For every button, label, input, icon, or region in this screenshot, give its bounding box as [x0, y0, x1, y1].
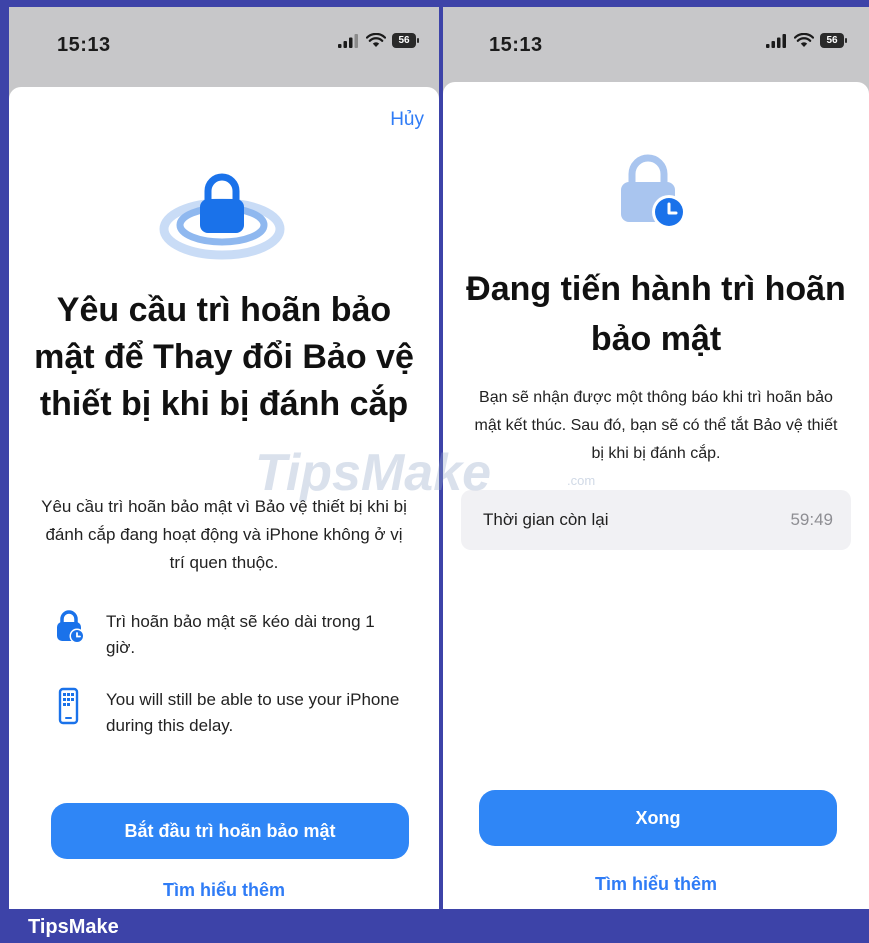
time-remaining-value: 59:49	[790, 510, 833, 529]
lock-clock-icon	[54, 609, 86, 661]
right-phone-screen: 15:13 56 Đang tiến hành trì hoãn bảo mật…	[443, 7, 869, 909]
signal-icon	[338, 33, 358, 48]
battery-level: 56	[392, 33, 416, 48]
battery-icon: 56	[392, 33, 419, 48]
security-delay-sheet: Hủy Yêu cầu trì hoãn bảo mật để Thay đổi…	[9, 87, 439, 909]
status-time: 15:13	[57, 34, 111, 56]
wifi-icon	[794, 33, 814, 47]
iphone-icon	[54, 687, 86, 739]
learn-more-link[interactable]: Tìm hiểu thêm	[9, 880, 439, 901]
feature-text: You will still be able to use your iPhon…	[106, 690, 400, 735]
feature-item-duration: Trì hoãn bảo mật sẽ kéo dài trong 1 giờ.	[54, 609, 404, 661]
brand-label: TipsMake	[28, 916, 119, 938]
status-icons: 56	[338, 33, 419, 48]
page-title: Yêu cầu trì hoãn bảo mật để Thay đổi Bảo…	[34, 291, 414, 423]
page-subtitle: Yêu cầu trì hoãn bảo mật vì Bảo vệ thiết…	[41, 497, 407, 572]
battery-icon: 56	[820, 33, 847, 48]
security-delay-in-progress-sheet: Đang tiến hành trì hoãn bảo mật Bạn sẽ n…	[443, 82, 869, 909]
signal-icon	[766, 33, 786, 48]
time-remaining-row: Thời gian còn lại 59:49	[461, 490, 851, 550]
status-time: 15:13	[489, 34, 543, 56]
status-bar: 15:13 56	[443, 7, 869, 87]
start-security-delay-button[interactable]: Bắt đầu trì hoãn bảo mật	[51, 803, 409, 859]
feature-item-usage: You will still be able to use your iPhon…	[54, 687, 404, 739]
lock-rings-icon	[159, 173, 285, 260]
left-phone-screen: 15:13 56 Hủy Yêu cầu trì hoãn bảo mật để…	[9, 7, 439, 909]
time-remaining-label: Thời gian còn lại	[483, 510, 609, 529]
lock-clock-icon	[621, 154, 686, 229]
learn-more-link[interactable]: Tìm hiểu thêm	[443, 874, 869, 895]
wifi-icon	[366, 33, 386, 47]
battery-level: 56	[820, 33, 844, 48]
cancel-button[interactable]: Hủy	[390, 109, 424, 131]
done-button[interactable]: Xong	[479, 790, 837, 846]
page-title: Đang tiến hành trì hoãn bảo mật	[466, 270, 846, 358]
page-subtitle: Bạn sẽ nhận được một thông báo khi trì h…	[474, 389, 838, 462]
status-icons: 56	[766, 33, 847, 48]
brand-bar: TipsMake	[0, 909, 869, 943]
status-bar: 15:13 56	[9, 7, 439, 87]
feature-text: Trì hoãn bảo mật sẽ kéo dài trong 1 giờ.	[106, 612, 375, 657]
